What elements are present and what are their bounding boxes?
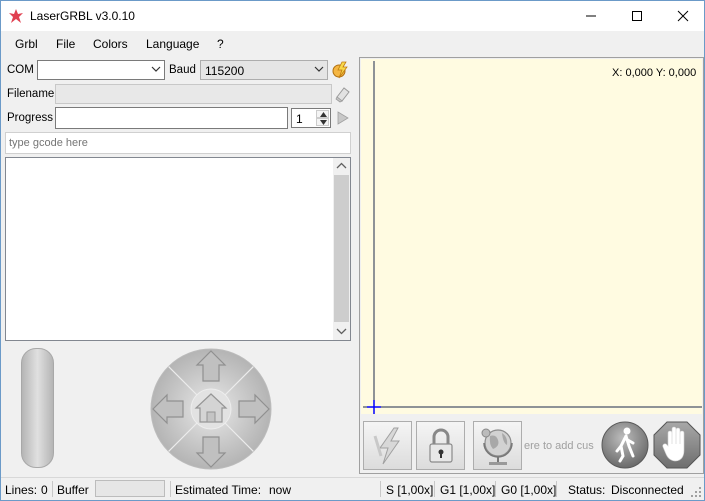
baud-label: Baud [169, 64, 196, 76]
unlock-button[interactable] [416, 421, 465, 470]
app-logo-icon [9, 9, 23, 23]
close-icon [677, 10, 689, 22]
resize-grip-icon[interactable] [691, 487, 702, 498]
origin-marker-icon [367, 400, 381, 414]
g0-override[interactable]: G0 [1,00x] [501, 483, 556, 497]
status-separator [556, 481, 557, 497]
preview-canvas[interactable]: X: 0,000 Y: 0,000 [361, 59, 702, 414]
lines-label: Lines: [5, 483, 38, 497]
play-icon [337, 111, 349, 125]
connect-button[interactable] [331, 60, 351, 80]
walk-button[interactable] [600, 420, 650, 470]
estimated-time-value: now [269, 483, 292, 497]
buffer-label: Buffer [57, 483, 89, 497]
stop-button[interactable] [652, 420, 702, 470]
triangle-up-icon [320, 112, 327, 117]
filename-field [55, 84, 332, 104]
baud-select[interactable]: 115200 [200, 60, 328, 80]
open-file-button[interactable] [334, 84, 352, 104]
status-label: Status: [568, 483, 606, 497]
walking-person-icon [601, 421, 649, 469]
stepper-up[interactable] [316, 110, 329, 118]
close-button[interactable] [660, 1, 705, 31]
status-separator [380, 481, 381, 497]
scroll-thumb[interactable] [334, 175, 349, 322]
chevron-down-icon [314, 66, 324, 72]
status-separator [170, 481, 171, 497]
lightning-icon [373, 427, 400, 464]
console-scrollbar[interactable] [333, 158, 350, 340]
gcode-input[interactable] [5, 132, 351, 154]
estimated-time-label: Estimated Time: [175, 483, 262, 497]
minimize-icon [586, 15, 596, 17]
globe-icon [481, 428, 513, 465]
chevron-down-icon [151, 66, 161, 72]
maximize-button[interactable] [614, 1, 660, 31]
preview-axes [363, 61, 702, 414]
lines-value: 0 [41, 483, 48, 497]
menu-grbl[interactable]: Grbl [15, 37, 38, 51]
buffer-bar [95, 480, 165, 497]
triangle-down-icon [320, 120, 327, 125]
window-title: LaserGRBL v3.0.10 [30, 9, 135, 23]
status-separator [52, 481, 53, 497]
com-select[interactable] [37, 60, 165, 80]
speed-slider[interactable] [21, 348, 54, 468]
eraser-icon [335, 87, 350, 103]
menu-language[interactable]: Language [146, 37, 199, 51]
maximize-icon [632, 11, 642, 21]
g1-override[interactable]: G1 [1,00x] [440, 483, 495, 497]
menu-colors[interactable]: Colors [93, 37, 128, 51]
status-bar: Lines: 0 Buffer Estimated Time: now S [1… [1, 477, 704, 500]
add-custom-hint[interactable]: ere to add cus [524, 440, 594, 452]
right-panel: X: 0,000 Y: 0,000 ere to add cus [359, 57, 704, 474]
main-window: LaserGRBL v3.0.10 Grbl File Colors Langu… [0, 0, 705, 501]
menu-help[interactable]: ? [217, 37, 224, 51]
scroll-up-icon [336, 162, 347, 169]
coords-readout: X: 0,000 Y: 0,000 [612, 67, 697, 79]
connect-plug-icon [332, 61, 348, 79]
copies-value: 1 [296, 112, 303, 126]
title-bar: LaserGRBL v3.0.10 [1, 1, 704, 31]
baud-value: 115200 [205, 64, 245, 78]
minimize-button[interactable] [568, 1, 614, 31]
console-log[interactable] [5, 157, 351, 341]
menu-bar: Grbl File Colors Language ? [1, 33, 704, 55]
status-separator [495, 481, 496, 497]
filename-label: Filename [7, 88, 55, 100]
run-button[interactable] [335, 108, 351, 128]
stop-hand-icon [653, 421, 701, 469]
stepper-down[interactable] [316, 118, 329, 126]
s-override[interactable]: S [1,00x] [386, 483, 433, 497]
padlock-icon [428, 428, 453, 463]
grbl-reset-button[interactable] [363, 421, 412, 470]
left-panel: COM Baud 115200 Filename Progress 1 type… [3, 56, 353, 477]
jog-control[interactable] [149, 347, 273, 471]
com-label: COM [7, 64, 34, 76]
progress-label: Progress [7, 112, 54, 124]
status-separator [434, 481, 435, 497]
copies-stepper[interactable]: 1 [291, 108, 331, 128]
progress-bar [55, 107, 288, 129]
set-origin-button[interactable] [473, 421, 522, 470]
status-value: Disconnected [611, 483, 684, 497]
scroll-down-icon [336, 328, 347, 335]
menu-file[interactable]: File [56, 37, 75, 51]
